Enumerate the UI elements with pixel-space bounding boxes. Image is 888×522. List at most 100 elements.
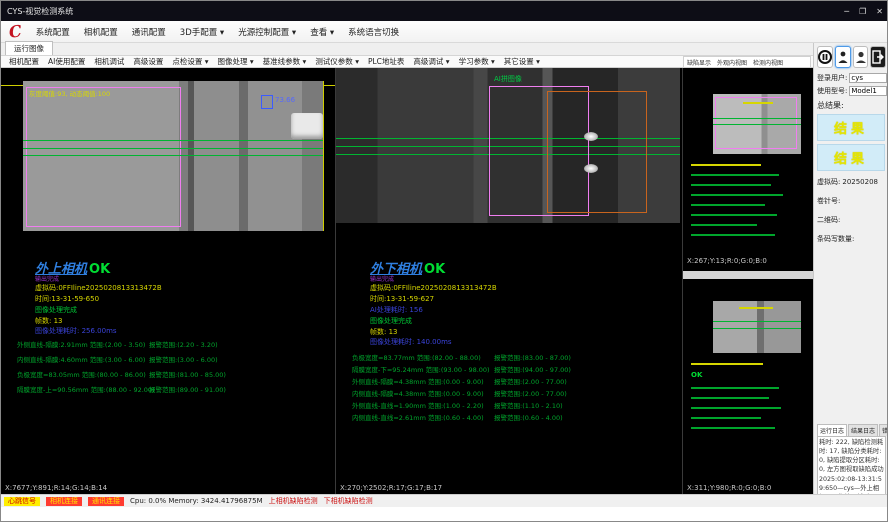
exit-button[interactable]	[870, 46, 886, 68]
measurement-row: 外侧直线-直线=1.90mm 范围:(1.00 - 2.20) 报警范围:(1.…	[336, 400, 682, 412]
menu-comm-config[interactable]: 通讯配置	[132, 26, 166, 38]
text-line-placeholder	[691, 204, 765, 206]
measurement-value: 内侧直线-隔膜:4.60mm 范围:(3.00 - 6.00)	[17, 354, 145, 364]
menu-camera-config[interactable]: 相机配置	[84, 26, 118, 38]
tool-spot-check-settings[interactable]: 点检设置 ▾	[172, 56, 208, 67]
process-elapsed: 图像处理耗时: 256.00ms	[35, 326, 117, 336]
tool-other-settings[interactable]: 其它设置 ▾	[504, 56, 540, 67]
tool-image-processing[interactable]: 图像处理 ▾	[218, 56, 254, 67]
text-line-placeholder	[691, 174, 779, 176]
tool-camera-config[interactable]: 相机配置	[9, 56, 39, 67]
text-line-placeholder	[691, 417, 761, 419]
measure-line	[713, 118, 801, 119]
log-tabs: 运行日志 结果日志 错误日志	[817, 424, 886, 436]
operator-icon	[837, 50, 849, 64]
tool-ai-use-config[interactable]: AI使用配置	[48, 56, 85, 67]
tab-inspection-view[interactable]: 检测内视图	[753, 58, 783, 67]
output-substatus: 输出完成	[35, 274, 59, 283]
text-line-placeholder	[691, 387, 779, 389]
alarm-range: 报警范围:(2.20 - 3.20)	[149, 339, 218, 349]
alignment-line-vertical	[323, 81, 324, 231]
lower-camera-defect-status: 下相机缺陷检测	[324, 496, 373, 506]
camera-image-lower-outer[interactable]: AI拼图像	[336, 68, 680, 223]
measurement-row: 隔膜宽度-上=90.56mm 范围:(88.00 - 92.00) 报警范围:(…	[1, 384, 335, 396]
defect-image-top[interactable]	[713, 94, 801, 154]
roi-rectangle-blue	[261, 95, 273, 109]
menu-bar: C 系统配置 相机配置 通讯配置 3D手配置 ▾ 光源控制配置 ▾ 查看 ▾ 系…	[1, 21, 888, 43]
measure-line	[23, 155, 323, 156]
connector-part	[291, 113, 323, 139]
process-elapsed: 图像处理耗时: 140.00ms	[370, 337, 452, 347]
exit-door-icon	[872, 50, 884, 64]
menu-3d-hand-config[interactable]: 3D手配置 ▾	[180, 26, 224, 38]
footer-strip	[1, 507, 888, 522]
operator-mode-button[interactable]	[835, 46, 851, 68]
maximize-icon[interactable]: ❐	[859, 7, 866, 16]
control-panel: 登录用户: 使用型号: 总结果: 结果 结果 虚拟码: 20250208 卷针号…	[813, 43, 888, 494]
tool-tester-params[interactable]: 测试仪参数 ▾	[315, 56, 359, 67]
text-line-placeholder	[691, 214, 777, 216]
menu-system-config[interactable]: 系统配置	[36, 26, 70, 38]
measure-line	[713, 321, 801, 322]
measurement-row: 负极宽度=83.77mm 范围:(82.00 - 88.00) 报警范围:(83…	[336, 352, 682, 364]
roi-rectangle-orange	[547, 91, 647, 213]
login-user-input[interactable]	[849, 73, 887, 83]
alarm-range: 报警范围:(94.00 - 97.00)	[494, 364, 571, 374]
pixel-coordinates: X:267;Y:13;R:0;G:0;B:0	[687, 257, 767, 265]
tool-camera-debug[interactable]: 相机调试	[94, 56, 124, 67]
measurement-value: 负极宽度=83.05mm 范围:(80.00 - 86.00)	[17, 369, 146, 379]
measure-line	[713, 124, 801, 125]
user-button[interactable]	[853, 46, 869, 68]
upper-camera-defect-status: 上相机缺陷检测	[269, 496, 318, 506]
measurement-row: 内侧直线-直线=2.61mm 范围:(0.60 - 4.00) 报警范围:(0.…	[336, 412, 682, 424]
close-icon[interactable]: ✕	[876, 7, 883, 16]
tool-advanced-debug[interactable]: 高级调试 ▾	[413, 56, 449, 67]
status-bar: 心跳信号 相机连接 通讯连接 Cpu: 0.0% Memory: 3424.41…	[1, 494, 888, 507]
tab-error-log[interactable]: 错误日志	[879, 424, 888, 436]
log-output[interactable]: 耗时: 222, 缺陷检测耗时: 17, 缺陷分类耗时: 0, 缺陷提取分区耗时…	[817, 436, 886, 502]
app-window: CYS-视觉检测系统 ─ ❐ ✕ C 系统配置 相机配置 通讯配置 3D手配置 …	[0, 0, 888, 522]
alarm-range: 报警范围:(1.10 - 2.10)	[494, 400, 563, 410]
user-icon	[855, 50, 867, 64]
tab-result-log[interactable]: 结果日志	[848, 424, 878, 436]
tab-appearance-view[interactable]: 外观内视图	[717, 58, 747, 67]
measurement-value: 外侧直线-隔膜:2.91mm 范围:(2.00 - 3.50)	[17, 339, 145, 349]
tool-learning-params[interactable]: 学习参数 ▾	[459, 56, 495, 67]
heartbeat-status-badge: 心跳信号	[4, 497, 40, 506]
alarm-range: 报警范围:(3.00 - 6.00)	[149, 354, 218, 364]
tool-baseline-params[interactable]: 基准线参数 ▾	[263, 56, 307, 67]
tab-running-image[interactable]: 运行图像	[5, 41, 53, 55]
defect-preview-bottom: OK X:311;Y:980;R:0;G:0;B:0	[683, 279, 813, 494]
menu-language-switch[interactable]: 系统语言切换	[348, 26, 399, 38]
menu-light-control-config[interactable]: 光源控制配置 ▾	[238, 26, 296, 38]
result-ok-badge: OK	[424, 262, 445, 277]
model-input[interactable]	[849, 86, 887, 96]
title-bar: CYS-视觉检测系统 ─ ❐ ✕	[1, 1, 888, 21]
tab-defect-display[interactable]: 缺陷显示	[687, 58, 711, 67]
process-done-text: 图像处理完成	[370, 316, 412, 326]
tool-advanced-settings[interactable]: 高级设置	[133, 56, 163, 67]
menu-view[interactable]: 查看 ▾	[310, 26, 334, 38]
result-ok-badge: OK	[89, 262, 110, 277]
pixel-coordinates: X:270;Y:2502;R:17;G:17;B:17	[340, 484, 442, 492]
camera-image-upper-outer[interactable]: 灰度阈值:93, 动态阈值:100 73.66	[23, 81, 323, 231]
tool-plc-address-table[interactable]: PLC地址表	[368, 56, 404, 67]
qr-code-label: 二维码:	[817, 215, 886, 225]
pause-icon	[818, 50, 832, 64]
measurement-row: 隔膜宽度-下=95.24mm 范围:(93.00 - 98.00) 报警范围:(…	[336, 364, 682, 376]
overlay-mark	[743, 102, 773, 104]
text-line-placeholder	[691, 363, 763, 365]
ai-image-label: AI拼图像	[494, 74, 522, 84]
tab-run-log[interactable]: 运行日志	[817, 424, 847, 436]
ai-elapsed: AI处理耗时: 156	[370, 305, 423, 315]
measure-value-overlay: 73.66	[275, 96, 295, 104]
defect-preview-top: X:267;Y:13;R:0;G:0;B:0	[683, 68, 813, 268]
minimize-icon[interactable]: ─	[844, 7, 849, 16]
result-ok-badge: OK	[691, 371, 702, 379]
capture-time: 时间:13-31-59-627	[370, 294, 434, 304]
text-line-placeholder	[691, 184, 771, 186]
pause-button[interactable]	[817, 46, 833, 68]
model-label: 使用型号:	[817, 86, 847, 96]
text-line-placeholder	[691, 194, 783, 196]
defect-image-bottom[interactable]	[713, 301, 801, 353]
